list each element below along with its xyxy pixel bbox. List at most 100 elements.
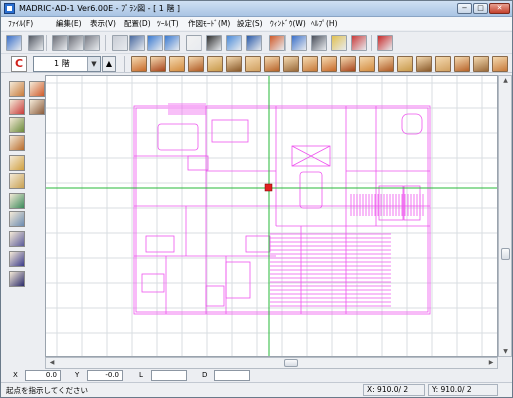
wall-palette-icon[interactable] xyxy=(9,99,25,115)
main-toolbar xyxy=(1,31,512,53)
panel-icon[interactable] xyxy=(378,56,394,72)
select-frame-icon[interactable] xyxy=(112,35,128,51)
garden-icon[interactable] xyxy=(9,211,25,227)
layer-icon[interactable] xyxy=(311,35,327,51)
brick-icon[interactable] xyxy=(473,56,489,72)
status-message: 起点を指示してください xyxy=(6,386,89,395)
eraser-icon[interactable] xyxy=(84,35,100,51)
fence-icon[interactable] xyxy=(340,56,356,72)
roof-palette-icon[interactable] xyxy=(9,117,25,133)
house-icon[interactable] xyxy=(9,81,25,97)
status-y-readout: Y: 910.0/ 2 xyxy=(428,384,498,396)
menu-bar: ﾌｧｲﾙ(F) 編集(E) 表示(V) 配置(D) ﾂｰﾙ(T) 作図ﾓｰﾄﾞ(… xyxy=(1,17,512,30)
vertical-scrollbar[interactable]: ▲ ▼ xyxy=(498,75,512,357)
grid-snap-icon[interactable] xyxy=(246,35,262,51)
expand-icon[interactable] xyxy=(147,35,163,51)
move-icon[interactable] xyxy=(291,35,307,51)
menu-help[interactable]: ﾍﾙﾌﾟ(H) xyxy=(311,18,338,29)
y-input[interactable]: -0.0 xyxy=(87,370,123,381)
x-input[interactable]: 0.0 xyxy=(25,370,61,381)
redo-icon[interactable] xyxy=(28,35,44,51)
shrink-icon[interactable] xyxy=(164,35,180,51)
floor-up-button[interactable]: ▲ xyxy=(102,56,116,72)
menu-view[interactable]: 表示(V) xyxy=(90,18,116,29)
minimize-button[interactable]: − xyxy=(457,3,472,14)
wall-icon[interactable] xyxy=(131,56,147,72)
stairs-icon[interactable] xyxy=(226,56,242,72)
scroll-right-icon[interactable]: ▶ xyxy=(487,359,495,366)
toolbar-separator xyxy=(285,35,286,51)
rail-icon[interactable] xyxy=(435,56,451,72)
column-palette-icon[interactable] xyxy=(9,173,25,189)
menu-file[interactable]: ﾌｧｲﾙ(F) xyxy=(8,18,33,29)
window-icon[interactable] xyxy=(264,56,280,72)
roof-icon[interactable] xyxy=(207,56,223,72)
scroll-left-icon[interactable]: ◀ xyxy=(48,359,56,366)
l-label: L xyxy=(139,371,143,379)
floor-plan-drawing[interactable] xyxy=(46,76,498,357)
status-bar: 起点を指示してください X: 910.0/ 2 Y: 910.0/ 2 xyxy=(1,382,512,397)
window-title: MADRIC･AD-1 Ver6.00E - ﾌﾟﾗﾝ図 - [ 1 階 ] xyxy=(19,4,181,13)
window-palette-icon[interactable] xyxy=(29,99,45,115)
view-3d-icon[interactable] xyxy=(331,35,347,51)
title-bar[interactable]: MADRIC･AD-1 Ver6.00E - ﾌﾟﾗﾝ図 - [ 1 階 ] −… xyxy=(1,1,512,17)
plan-furniture xyxy=(225,261,251,299)
text-abc-icon[interactable] xyxy=(9,251,25,267)
menu-settings[interactable]: 設定(S) xyxy=(237,18,263,29)
y-label: Y xyxy=(75,371,80,379)
siding-icon[interactable] xyxy=(416,56,432,72)
paste-wall-icon[interactable] xyxy=(68,35,84,51)
d-label: D xyxy=(202,371,208,379)
tile-icon[interactable] xyxy=(321,56,337,72)
menu-draw-mode[interactable]: 作図ﾓｰﾄﾞ(M) xyxy=(188,18,230,29)
door-palette-icon[interactable] xyxy=(29,81,45,97)
menu-window[interactable]: ｳｨﾝﾄﾞｳ(W) xyxy=(270,18,306,29)
board-icon[interactable] xyxy=(302,56,318,72)
maximize-button[interactable]: □ xyxy=(473,3,488,14)
column-icon[interactable] xyxy=(150,56,166,72)
floor-icon[interactable] xyxy=(188,56,204,72)
scroll-down-icon[interactable]: ▼ xyxy=(501,348,510,355)
plan-furniture xyxy=(245,235,271,253)
text-ab-icon[interactable] xyxy=(9,271,25,287)
plan-canvas[interactable] xyxy=(45,75,498,357)
coordinate-bar: X 0.0 Y -0.0 L D xyxy=(1,370,512,382)
menu-place[interactable]: 配置(D) xyxy=(124,18,151,29)
horizontal-scroll-thumb[interactable] xyxy=(284,359,298,367)
vertical-scroll-thumb[interactable] xyxy=(501,248,510,260)
scroll-up-icon[interactable]: ▲ xyxy=(501,77,510,84)
horizontal-scrollbar[interactable]: ◀ ▶ xyxy=(45,357,498,369)
menu-edit[interactable]: 編集(E) xyxy=(56,18,82,29)
lattice-icon[interactable] xyxy=(454,56,470,72)
door-icon[interactable] xyxy=(245,56,261,72)
l-input[interactable] xyxy=(151,370,187,381)
beam-icon[interactable] xyxy=(169,56,185,72)
stripe-icon[interactable] xyxy=(492,56,508,72)
toolbar-separator xyxy=(201,35,202,51)
text-icon[interactable] xyxy=(9,231,25,247)
full-view-icon[interactable] xyxy=(186,35,202,51)
zoom-icon[interactable] xyxy=(129,35,145,51)
deck-icon[interactable] xyxy=(397,56,413,72)
close-button[interactable]: ✕ xyxy=(489,3,510,14)
material-icon[interactable] xyxy=(359,56,375,72)
zoom-region-icon[interactable] xyxy=(226,35,242,51)
plan-furniture xyxy=(205,285,225,307)
menu-tool[interactable]: ﾂｰﾙ(T) xyxy=(157,18,179,29)
level-c-button[interactable]: C xyxy=(11,56,27,72)
undo-icon[interactable] xyxy=(6,35,22,51)
dimension-icon[interactable] xyxy=(269,35,285,51)
opening-icon[interactable] xyxy=(283,56,299,72)
copy-wall-icon[interactable] xyxy=(52,35,68,51)
furniture-icon[interactable] xyxy=(9,135,25,151)
stairs-palette-icon[interactable] xyxy=(9,155,25,171)
pointer-icon[interactable] xyxy=(206,35,222,51)
fence-palette-icon[interactable] xyxy=(9,193,25,209)
color-palette-icon[interactable] xyxy=(377,35,393,51)
parts-icon[interactable] xyxy=(351,35,367,51)
d-input[interactable] xyxy=(214,370,250,381)
chevron-down-icon[interactable]: ▼ xyxy=(87,57,100,71)
plan-furniture xyxy=(211,119,249,143)
parts-palette xyxy=(3,75,47,371)
x-label: X xyxy=(13,371,18,379)
